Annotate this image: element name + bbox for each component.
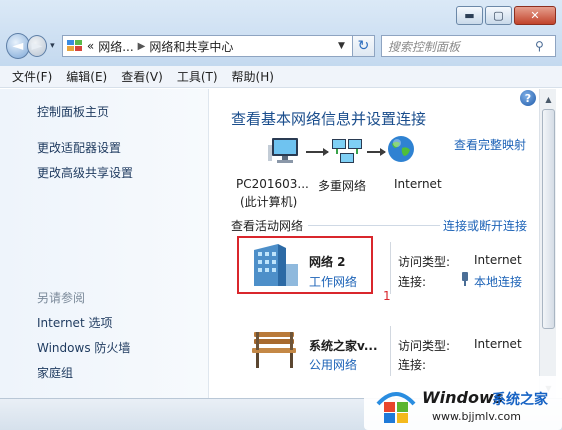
section-divider: [308, 225, 440, 226]
public-network-bench-icon[interactable]: [250, 330, 300, 370]
multiple-networks-icon: [332, 139, 362, 163]
pc-this-computer-label: (此计算机): [240, 195, 298, 209]
maximize-button[interactable]: ▢: [485, 6, 512, 25]
vertical-scrollbar[interactable]: ▲ ▼: [539, 89, 556, 398]
scroll-thumb[interactable]: [542, 109, 555, 329]
search-icon[interactable]: ⚲: [535, 39, 555, 53]
access-type-label: 访问类型:: [398, 255, 451, 269]
network-type-link[interactable]: 工作网络: [309, 273, 357, 290]
link-change-adapter-settings[interactable]: 更改适配器设置: [37, 139, 121, 156]
menu-bar: 文件(F) 编辑(E) 查看(V) 工具(T) 帮助(H): [0, 66, 562, 88]
multiple-networks-label: 多重网络: [318, 179, 367, 193]
computer-icon: [268, 138, 298, 163]
internet-label: Internet: [394, 177, 442, 191]
menu-file[interactable]: 文件(F): [12, 68, 52, 85]
network-divider: [390, 242, 391, 294]
scroll-up-icon[interactable]: ▲: [541, 91, 556, 107]
link-network-to-internet: [367, 148, 386, 156]
access-type-label: 访问类型:: [398, 339, 451, 353]
breadcrumb-sharing-center[interactable]: 网络和共享中心: [149, 38, 334, 55]
watermark: Windows 系统之家 www.bjjmlv.com: [364, 376, 562, 430]
watermark-url: www.bjjmlv.com: [432, 410, 521, 423]
close-button[interactable]: ✕: [514, 6, 556, 25]
task-pane: 控制面板主页 更改适配器设置 更改高级共享设置 另请参阅 Internet 选项…: [0, 89, 209, 398]
breadcrumb-overflow[interactable]: «: [87, 39, 94, 53]
breadcrumb-network[interactable]: 网络...: [98, 38, 133, 55]
menu-view[interactable]: 查看(V): [121, 68, 163, 85]
annotation-number: 1: [383, 289, 391, 303]
link-pc-to-network: [306, 148, 329, 156]
link-internet-options[interactable]: Internet 选项: [37, 314, 112, 331]
connection-label: 连接:: [398, 275, 427, 289]
help-icon[interactable]: ?: [520, 90, 536, 106]
network-name: 系统之家v...: [309, 339, 378, 353]
page-title: 查看基本网络信息并设置连接: [231, 110, 427, 128]
forward-button[interactable]: ►: [26, 35, 47, 57]
internet-globe-icon: [388, 136, 414, 162]
active-networks-header: 查看活动网络: [231, 219, 304, 233]
network-type-link[interactable]: 公用网络: [309, 356, 357, 373]
refresh-button[interactable]: ↻: [353, 35, 375, 57]
pc-name-label: PC201603...: [236, 177, 309, 191]
connect-or-disconnect-link[interactable]: 连接或断开连接: [443, 217, 527, 234]
minimize-button[interactable]: ▬: [456, 6, 483, 25]
link-control-panel-home[interactable]: 控制面板主页: [37, 103, 109, 120]
menu-tools[interactable]: 工具(T): [177, 68, 218, 85]
network-adapter-icon: [462, 272, 468, 286]
work-network-icon[interactable]: [248, 242, 300, 288]
windows-logo-icon: [376, 392, 416, 423]
menu-edit[interactable]: 编辑(E): [66, 68, 107, 85]
navigation-bar: ◄ ► ▾ « 网络... ▶ 网络和共享中心 ▼ ↻ 搜索控制面板 ⚲: [6, 32, 556, 60]
local-connection-link[interactable]: 本地连接: [474, 273, 522, 290]
control-panel-icon: [66, 40, 82, 51]
watermark-subtitle: 系统之家: [492, 392, 548, 408]
network-name: 网络 2: [309, 255, 346, 269]
link-advanced-sharing-settings[interactable]: 更改高级共享设置: [37, 164, 133, 181]
address-bar[interactable]: « 网络... ▶ 网络和共享中心 ▼: [61, 35, 353, 57]
access-type-value: Internet: [474, 337, 522, 351]
network-divider: [390, 326, 391, 376]
search-placeholder: 搜索控制面板: [387, 39, 460, 54]
see-full-map-link[interactable]: 查看完整映射: [454, 136, 526, 153]
breadcrumb-separator-icon[interactable]: ▶: [138, 41, 146, 52]
connection-label: 连接:: [398, 358, 427, 372]
address-dropdown-icon[interactable]: ▼: [338, 41, 352, 51]
search-input[interactable]: 搜索控制面板 ⚲: [380, 35, 556, 57]
window-controls: ▬ ▢ ✕: [456, 6, 556, 25]
link-homegroup[interactable]: 家庭组: [37, 364, 73, 381]
access-type-value: Internet: [474, 253, 522, 267]
recent-pages-dropdown[interactable]: ▾: [47, 41, 58, 51]
title-bar: ▬ ▢ ✕ ◄ ► ▾ « 网络... ▶ 网络和共享中心 ▼ ↻ 搜索控制面板…: [0, 0, 562, 66]
see-also-label: 另请参阅: [37, 291, 86, 305]
link-windows-firewall[interactable]: Windows 防火墙: [37, 339, 130, 356]
menu-help[interactable]: 帮助(H): [232, 68, 274, 85]
